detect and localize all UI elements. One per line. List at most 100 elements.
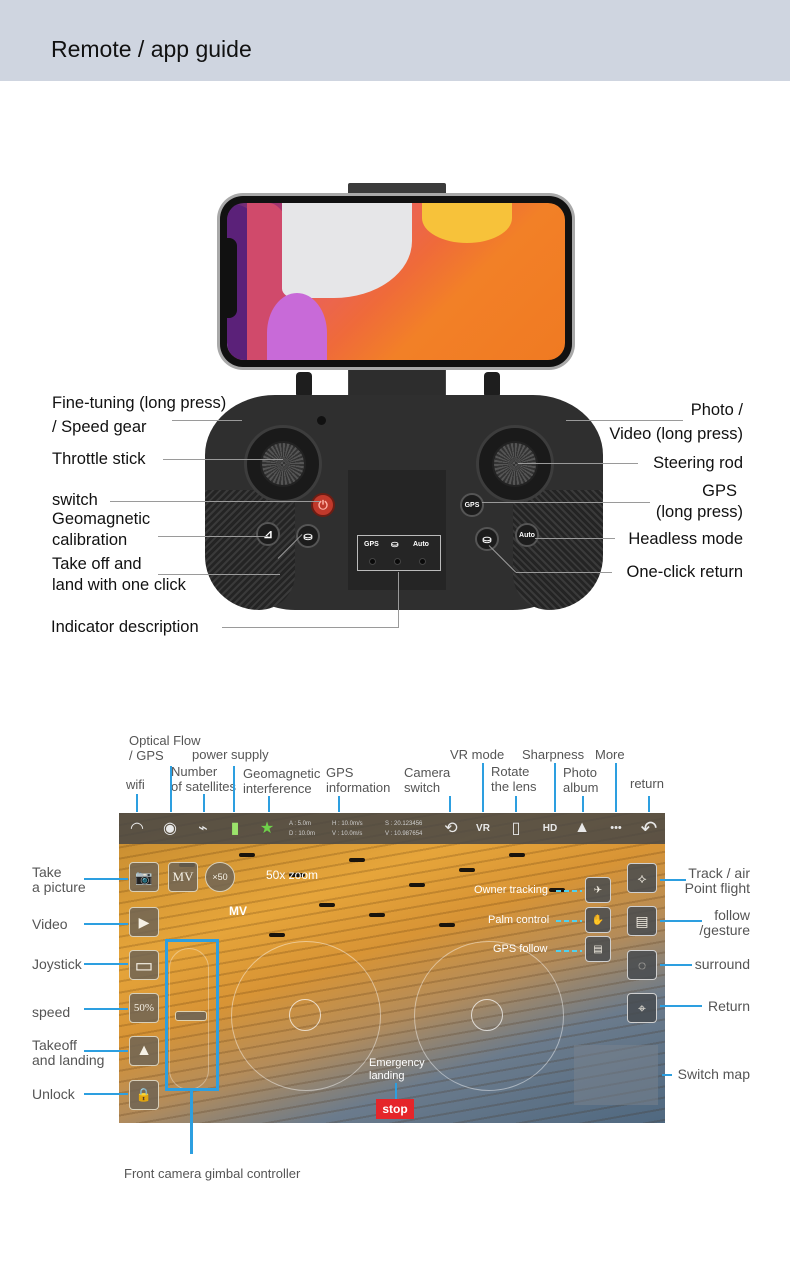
callout-follow-gesture: follow/gesture [699,907,750,938]
leader-line [518,463,638,464]
callout-vr-mode: VR mode [450,747,505,762]
phone-notch [223,238,237,318]
rotate-lens-icon[interactable]: ▯ [505,817,527,839]
drone-hand-icon: ✋ [591,914,605,926]
zoom-icon: ×50 [212,872,228,882]
hd-sharpness-icon[interactable]: HD [537,817,563,839]
indicator-drone-icon: ⛀ [391,539,399,549]
callout-video: Video [32,916,68,932]
mini-map-toggle[interactable] [574,1045,658,1105]
return-icon[interactable]: ↶ [637,817,661,840]
callout-photo-album: Photo album [563,765,599,795]
callout-line [84,1008,128,1010]
remote-icon: ▤ [593,943,603,955]
mv-button[interactable]: MV [168,862,198,892]
indicator-led-auto [419,558,426,565]
left-joystick-knob[interactable] [289,999,321,1031]
surround-button[interactable]: ◌ [627,950,657,980]
orbit-icon: ◌ [637,957,647,973]
callout-track-point-flight: Track / air Point flight [684,865,750,896]
callout-unlock: Unlock [32,1086,75,1102]
one-click-return-button[interactable]: ⛀ [475,527,499,551]
throttle-stick[interactable] [244,425,322,503]
battery-icon: ▮ [230,820,240,837]
leader-line [163,459,283,460]
follow-gesture-button[interactable]: ▤ [627,906,657,936]
callout-gps-info: GPS information [326,765,391,795]
app-toolbar: ◠ ◉ ⌁ ▮ ★ A : 5.0m D : 10.0m H : 10.0m/s V… [119,813,665,844]
owner-tracking-button[interactable]: ✈ [585,877,611,903]
right-grip [513,490,603,610]
drone-person-icon: ✈ [593,884,603,896]
video-button[interactable]: ▶ [129,907,159,937]
left-grip [205,490,295,610]
speed-button[interactable]: 50% [129,993,159,1023]
leader-line [172,420,242,421]
headless-mode-button[interactable]: Auto [515,523,539,547]
label-one-click-return: One-click return [626,563,743,581]
geomagnetic-calibration-button[interactable]: ⊿ [256,522,280,546]
steering-stick[interactable] [476,425,554,503]
phone-screen [227,203,565,360]
callout-gimbal-controller: Front camera gimbal controller [124,1166,301,1181]
callout-optical-flow: Optical Flow / GPS [129,733,201,763]
wifi-icon: ◠ [130,820,144,837]
status-led [317,416,326,425]
label-indicator-description: Indicator description [51,618,199,636]
track-point-flight-button[interactable]: ⟡ [627,863,657,893]
location-pin-icon: ⌖ [638,999,646,1016]
callout-more: More [595,747,625,762]
camera-switch-icon[interactable]: ⟲ [439,817,463,839]
photo-album-icon[interactable]: ▲ [571,817,593,839]
optical-flow-icon[interactable]: ◉ [159,817,181,839]
callout-line [84,878,128,880]
video-icon: ▶ [138,913,150,930]
leader-line [535,538,615,539]
callout-line [556,950,582,952]
takeoff-landing-toggle[interactable]: ▲ [129,1036,159,1066]
track-icon: ⟡ [637,869,647,886]
callout-line [648,796,650,812]
gps-button[interactable]: GPS [460,493,484,517]
label-takeoff-landing: Take off and land with one click [52,555,186,594]
joystick-toggle[interactable]: ▭ [129,950,159,980]
right-joystick-knob[interactable] [471,999,503,1031]
indicator-panel: GPS ⛀ Auto [357,535,441,571]
take-picture-button[interactable]: 📷 [129,862,159,892]
callout-line [662,1074,672,1076]
callout-line [395,1083,397,1099]
zoom-button[interactable]: ×50 [205,862,235,892]
callout-line [268,796,270,812]
leader-line [158,574,280,575]
callout-line [190,1091,193,1154]
label-throttle-stick: Throttle stick [52,450,146,468]
leader-line [482,502,650,503]
callout-takeoff-landing: Takeoff and landing [32,1037,105,1068]
callout-line [660,879,686,881]
callout-line [515,796,517,812]
page-title: Remote / app guide [51,36,252,62]
callout-return: return [630,776,664,791]
gps-info-altitude: A : 5.0m D : 10.0m [289,821,316,837]
vr-mode-icon[interactable]: VR [471,817,495,839]
callout-emergency-landing: Emergency landing [369,1057,425,1082]
unlock-button[interactable]: 🔒 [129,1080,159,1110]
leader-line [398,572,399,628]
callout-line [556,890,582,892]
callout-line [84,1093,128,1095]
emergency-stop-button[interactable]: stop [376,1099,414,1119]
more-icon[interactable]: ••• [603,817,629,839]
palm-control-button[interactable]: ✋ [585,907,611,933]
indicator-led-gps [369,558,376,565]
callout-line [582,796,584,812]
callout-palm-control: Palm control [488,914,550,926]
power-button[interactable]: ⏻ [311,493,335,517]
drone-return-icon: ⛀ [482,533,492,546]
label-fine-tuning: Fine-tuning (long press) / Speed gear [52,394,227,436]
geomagnetic-icon: ★ [259,820,275,837]
leader-line [110,501,320,502]
indicator-led-drone [394,558,401,565]
gps-follow-button[interactable]: ▤ [585,936,611,962]
return-home-button[interactable]: ⌖ [627,993,657,1023]
indicator-label-gps: GPS [364,541,379,548]
